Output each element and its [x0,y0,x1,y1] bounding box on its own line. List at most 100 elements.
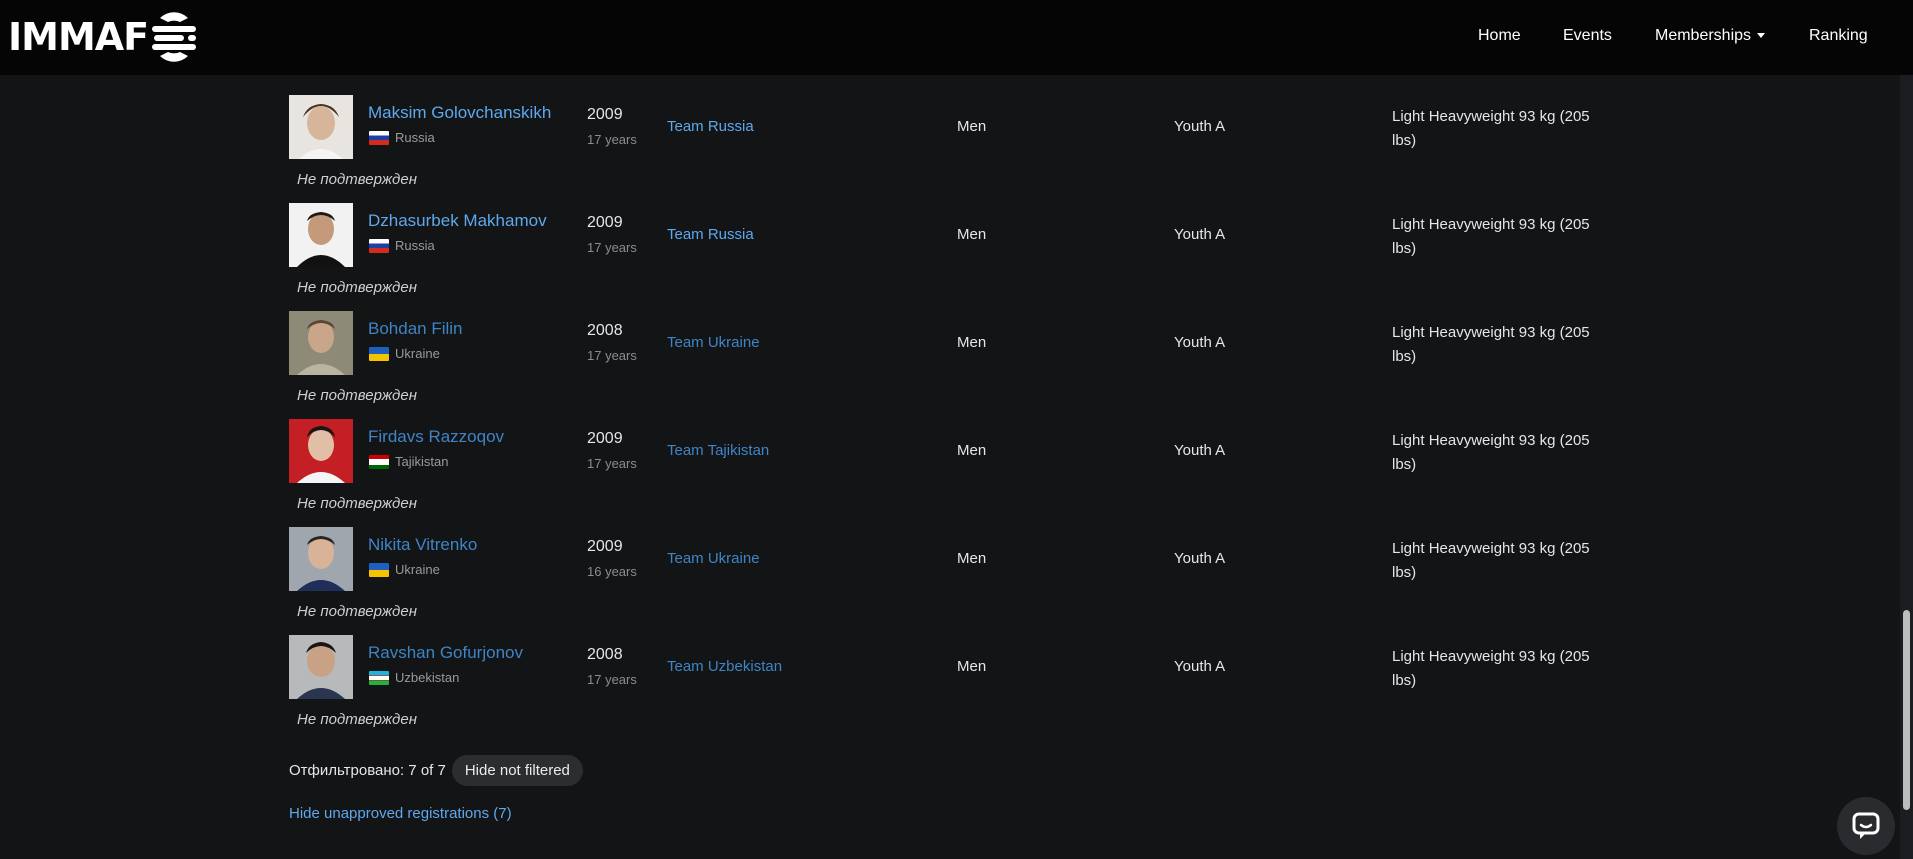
nav-home[interactable]: Home [1478,27,1521,45]
team-link[interactable]: Team Uzbekistan [667,658,782,675]
birth-year: 2008 [587,646,623,663]
weight-class: Light Heavyweight 93 kg (205 lbs) [1392,540,1590,581]
table-row: Firdavs Razzoqov Tajikistan 2009 17 year… [0,419,1900,527]
athlete-age: 17 years [587,348,637,363]
country-label: Uzbekistan [395,670,460,685]
athlete-country: Russia [369,238,435,253]
gender: Men [957,442,987,459]
gender: Men [957,226,987,243]
country-label: Ukraine [395,562,440,577]
athlete-country: Tajikistan [369,454,448,469]
age-category: Youth A [1174,658,1226,675]
athlete-photo [289,419,353,483]
athlete-age: 17 years [587,672,637,687]
athlete-name-link[interactable]: Nikita Vitrenko [368,535,477,555]
logo-text: IMMAF [8,15,149,59]
gender: Men [957,118,987,135]
athlete-country: Russia [369,130,435,145]
nav-ranking[interactable]: Ranking [1809,27,1868,45]
nav-events[interactable]: Events [1563,27,1612,45]
main-nav-events: Events [1563,0,1612,72]
gender: Men [957,550,987,567]
age-category: Youth A [1174,334,1226,351]
page-scrollbar[interactable] [1900,75,1913,859]
main-nav: Home [1478,0,1521,72]
birth-year: 2009 [587,430,623,447]
athlete-name-link[interactable]: Maksim Golovchanskikh [368,103,551,123]
status-badge: Не подтвержден [297,279,417,296]
athlete-name-link[interactable]: Bohdan Filin [368,319,463,339]
chat-button[interactable] [1837,797,1895,855]
country-label: Ukraine [395,346,440,361]
top-navigation-bar: IMMAF Home Events Memberships Ranking [0,0,1913,75]
weight-class: Light Heavyweight 93 kg (205 lbs) [1392,432,1590,473]
athlete-photo [289,635,353,699]
athlete-age: 17 years [587,132,637,147]
table-row: Dzhasurbek Makhamov Russia 2009 17 years… [0,203,1900,311]
country-label: Russia [395,130,435,145]
gender: Men [957,658,987,675]
immaf-logo-mark-icon [152,12,197,62]
uzbekistan-flag-icon [369,670,389,685]
main-nav-memberships: Memberships [1655,0,1766,72]
hide-not-filtered-button[interactable]: Hide not filtered [451,755,583,786]
weight-class: Light Heavyweight 93 kg (205 lbs) [1392,108,1590,149]
main-nav-ranking: Ranking [1809,0,1868,72]
birth-year: 2009 [587,106,623,123]
table-row: Maksim Golovchanskikh Russia 2009 17 yea… [0,95,1900,203]
team-link[interactable]: Team Ukraine [667,334,760,351]
russia-flag-icon [369,130,389,145]
table-row: Bohdan Filin Ukraine 2008 17 years Team … [0,311,1900,419]
athlete-photo [289,311,353,375]
athlete-name-link[interactable]: Dzhasurbek Makhamov [368,211,547,231]
status-badge: Не подтвержден [297,495,417,512]
ukraine-flag-icon [369,346,389,361]
table-row: Ravshan Gofurjonov Uzbekistan 2008 17 ye… [0,635,1900,743]
registrations-list: Maksim Golovchanskikh Russia 2009 17 yea… [0,75,1900,859]
immaf-logo[interactable]: IMMAF [8,10,198,64]
birth-year: 2009 [587,214,623,231]
gender: Men [957,334,987,351]
age-category: Youth A [1174,118,1226,135]
athlete-photo [289,527,353,591]
filtered-count: Отфильтровано: 7 of 7 [289,762,446,779]
athlete-name-link[interactable]: Firdavs Razzoqov [368,427,504,447]
athlete-photo [289,95,353,159]
weight-class: Light Heavyweight 93 kg (205 lbs) [1392,216,1590,257]
team-link[interactable]: Team Tajikistan [667,442,769,459]
athlete-country: Uzbekistan [369,670,459,685]
status-badge: Не подтвержден [297,603,417,620]
athlete-country: Ukraine [369,346,440,361]
age-category: Youth A [1174,442,1226,459]
country-label: Russia [395,238,435,253]
athlete-age: 16 years [587,564,637,579]
athlete-age: 17 years [587,240,637,255]
birth-year: 2008 [587,322,623,339]
age-category: Youth A [1174,550,1226,567]
nav-memberships-label: Memberships [1655,27,1752,44]
status-badge: Не подтвержден [297,387,417,404]
athlete-country: Ukraine [369,562,440,577]
filter-summary: Отфильтровано: 7 of 7 Hide not filtered [289,755,583,786]
status-badge: Не подтвержден [297,711,417,728]
russia-flag-icon [369,238,389,253]
scrollbar-thumb[interactable] [1903,610,1910,810]
ukraine-flag-icon [369,562,389,577]
birth-year: 2009 [587,538,623,555]
team-link[interactable]: Team Ukraine [667,550,760,567]
weight-class: Light Heavyweight 93 kg (205 lbs) [1392,324,1590,365]
chat-bubble-icon [1852,812,1880,839]
hide-unapproved-link[interactable]: Hide unapproved registrations (7) [289,805,512,822]
chevron-down-icon [1757,33,1766,39]
team-link[interactable]: Team Russia [667,118,754,135]
status-badge: Не подтвержден [297,171,417,188]
athlete-age: 17 years [587,456,637,471]
weight-class: Light Heavyweight 93 kg (205 lbs) [1392,648,1590,689]
team-link[interactable]: Team Russia [667,226,754,243]
athlete-name-link[interactable]: Ravshan Gofurjonov [368,643,523,663]
age-category: Youth A [1174,226,1226,243]
tajikistan-flag-icon [369,454,389,469]
country-label: Tajikistan [395,454,449,469]
table-row: Nikita Vitrenko Ukraine 2009 16 years Te… [0,527,1900,635]
nav-memberships[interactable]: Memberships [1655,27,1766,45]
